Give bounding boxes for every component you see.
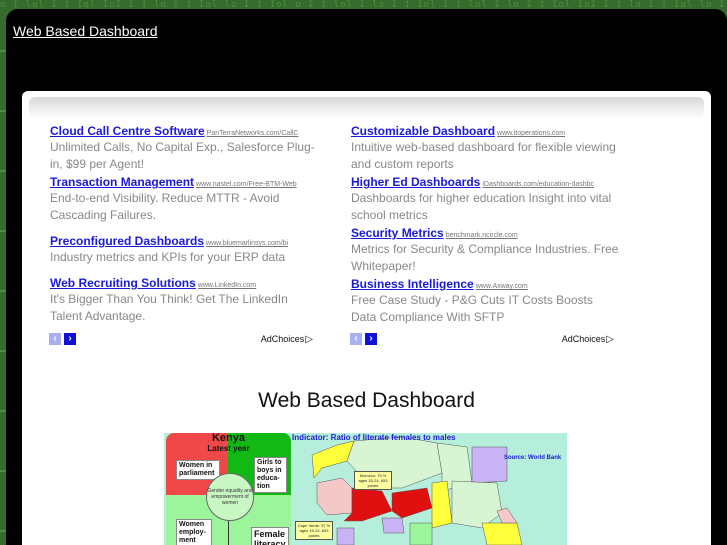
ad-url-link[interactable]: www.itoperations.com [497, 130, 565, 137]
ad-item: Preconfigured Dashboards www.bluemarlinsy… [50, 232, 320, 266]
ad-prev-button[interactable]: ‹ [49, 333, 61, 345]
kenya-subtitle: Latest year [207, 444, 250, 453]
ad-nav-left: ‹ › AdChoices▷ [49, 333, 313, 345]
map-callout: Cape Verde: 97 % ages 15-24, 653 points [295, 521, 333, 540]
ad-description: Intuitive web-based dashboard for flexib… [351, 140, 616, 171]
ad-url-link[interactable]: www.bluemarlinsys.com/bi [206, 240, 288, 247]
kenya-box: Girls to boys in educa-tion [254, 457, 287, 493]
ad-url-link[interactable]: PanTerraNetworks.com/CallC [207, 130, 299, 137]
adchoices-icon: ▷ [606, 334, 614, 345]
ad-title-link[interactable]: Preconfigured Dashboards [50, 234, 204, 248]
ad-item: Business Intelligence www.Axway.com Free … [351, 275, 621, 326]
ad-nav-right: ‹ › AdChoices▷ [350, 333, 614, 345]
ad-column-left: Cloud Call Centre Software PanTerraNetwor… [50, 122, 320, 325]
content-topbar [29, 97, 704, 117]
map-region-niger [391, 487, 433, 519]
map-callout: Morocco: 79 % ages 15-24, 653 points [354, 471, 392, 490]
ad-description: Dashboards for higher education Insight … [351, 191, 612, 222]
ad-item: Customizable Dashboard www.itoperations.c… [351, 122, 621, 173]
content-panel: Cloud Call Centre Software PanTerraNetwor… [22, 91, 711, 545]
ad-title-link[interactable]: Customizable Dashboard [351, 124, 495, 138]
page-heading: Web Based Dashboard [258, 389, 475, 412]
adchoices-icon: ▷ [305, 334, 313, 345]
map-region-nigeria [409, 522, 433, 545]
map-region-guinea [336, 527, 355, 545]
map-shapes [311, 436, 523, 545]
adchoices-link[interactable]: AdChoices▷ [261, 333, 313, 346]
ad-url-link[interactable]: www.Axway.com [476, 283, 528, 290]
map-source: Source: World Bank [504, 455, 562, 461]
ad-item: Security Metrics benchmark.ncircle.com Me… [351, 224, 621, 275]
adchoices-link[interactable]: AdChoices▷ [562, 333, 614, 346]
ad-url-link[interactable]: benchmark.ncircle.com [446, 232, 518, 239]
ad-title-link[interactable]: Transaction Management [50, 175, 194, 189]
africa-map: Indicator: Ratio of literate females to … [292, 433, 567, 545]
map-region-eritrea [496, 507, 518, 524]
adchoices-label: AdChoices [260, 334, 305, 344]
ad-title-link[interactable]: Web Recruiting Solutions [50, 276, 196, 290]
ad-description: Metrics for Security & Compliance Indust… [351, 242, 619, 273]
ad-title-link[interactable]: Cloud Call Centre Software [50, 124, 205, 138]
ad-prev-button[interactable]: ‹ [350, 333, 362, 345]
dashboard-image: Kenya Latest year Women in parliament Gi… [164, 433, 567, 545]
kenya-box: Women in parliament [176, 460, 220, 480]
kenya-center-circle: Gender equality and empowerment of women [206, 473, 254, 521]
map-region-burkina-faso [381, 517, 405, 534]
ad-description: Unlimited Calls, No Capital Exp., Salesf… [50, 140, 315, 171]
ad-next-button[interactable]: › [365, 333, 377, 345]
ad-url-link[interactable]: www.nastel.com/Free-BTM-Web [196, 181, 297, 188]
ad-title-link[interactable]: Security Metrics [351, 226, 444, 240]
kenya-box: Female literacy [251, 527, 289, 545]
ad-item: Higher Ed Dashboards iDashboards.com/educ… [351, 173, 621, 224]
map-region-egypt [471, 446, 508, 484]
map-region-ethiopia [481, 522, 523, 545]
ad-title-link[interactable]: Business Intelligence [351, 277, 474, 291]
ad-url-link[interactable]: iDashboards.com/education-dashbc [482, 181, 594, 188]
kenya-title: Kenya [211, 433, 246, 444]
kenya-panel: Kenya Latest year Women in parliament Gi… [166, 433, 291, 545]
ad-item: Cloud Call Centre Software PanTerraNetwor… [50, 122, 320, 173]
ad-url-link[interactable]: www.LinkedIn.com [198, 282, 256, 289]
ad-next-button[interactable]: › [64, 333, 76, 345]
map-title: Indicator: Ratio of literate females to … [292, 433, 456, 442]
kenya-box: Women employ-ment [176, 519, 212, 545]
map-region-sudan [451, 480, 503, 529]
ad-description: End-to-end Visibility. Reduce MTTR - Avo… [50, 191, 280, 222]
adchoices-label: AdChoices [561, 334, 606, 344]
ad-description: Industry metrics and KPIs for your ERP d… [50, 250, 286, 264]
site-title-link[interactable]: Web Based Dashboard [13, 23, 158, 39]
ad-title-link[interactable]: Higher Ed Dashboards [351, 175, 480, 189]
ad-description: It's Bigger Than You Think! Get The Link… [50, 292, 288, 323]
ad-item: Web Recruiting Solutions www.LinkedIn.com… [50, 274, 320, 325]
ad-column-right: Customizable Dashboard www.itoperations.c… [351, 122, 621, 326]
ad-description: Free Case Study - P&G Cuts IT Costs Boos… [351, 293, 593, 324]
ad-item: Transaction Management www.nastel.com/Fre… [50, 173, 320, 224]
map-region-mauritania [316, 477, 353, 516]
